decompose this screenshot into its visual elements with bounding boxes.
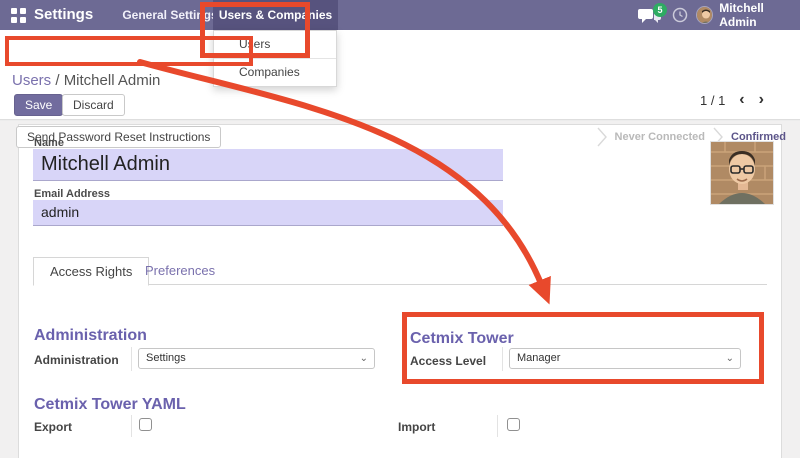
pager: 1 / 1 ‹ › [700, 91, 764, 109]
users-companies-dropdown: Users Companies [213, 30, 337, 87]
administration-select[interactable]: Settings ⌄ [138, 348, 375, 369]
field-separator [131, 347, 132, 371]
section-cetmix-yaml-title: Cetmix Tower YAML [34, 396, 186, 414]
field-separator [131, 415, 132, 437]
name-label: Name [34, 137, 64, 149]
email-label: Email Address [34, 188, 110, 200]
user-menu[interactable]: Mitchell Admin [696, 0, 800, 30]
section-administration-title: Administration [34, 327, 147, 345]
breadcrumb-parent-link[interactable]: Users [12, 72, 51, 89]
app-title[interactable]: Settings [34, 0, 93, 30]
chevron-left-icon[interactable]: ‹ [739, 91, 744, 109]
control-panel-divider [0, 120, 800, 121]
status-never-connected[interactable]: Never Connected [615, 131, 705, 143]
chevron-right-icon[interactable]: › [759, 91, 764, 109]
name-input[interactable]: Mitchell Admin [33, 149, 503, 181]
save-button[interactable]: Save [14, 94, 63, 116]
section-cetmix-tower-title: Cetmix Tower [410, 330, 514, 348]
chevron-down-icon: ⌄ [360, 349, 368, 368]
chevron-down-icon: ⌄ [726, 349, 734, 368]
user-photo[interactable] [710, 141, 774, 205]
dropdown-item-users[interactable]: Users [214, 31, 336, 58]
field-separator [497, 415, 498, 437]
administration-field-label: Administration [34, 353, 119, 367]
breadcrumb: Users / Mitchell Admin [12, 72, 160, 89]
discard-button[interactable]: Discard [62, 94, 125, 116]
tab-preferences[interactable]: Preferences [129, 257, 231, 285]
field-separator [502, 347, 503, 371]
email-input[interactable]: admin [33, 200, 503, 226]
odoo-settings-screen: Settings General Settings Users & Compan… [0, 0, 800, 458]
menu-general-settings[interactable]: General Settings [122, 0, 218, 30]
activities-clock-icon[interactable] [672, 7, 688, 23]
apps-grid-icon[interactable] [11, 8, 26, 23]
export-label: Export [34, 420, 72, 434]
import-checkbox[interactable] [507, 418, 520, 431]
pager-value: 1 / 1 [700, 93, 725, 108]
messages-count-badge: 5 [653, 3, 667, 17]
control-panel: Users / Mitchell Admin Save Discard 1 / … [0, 30, 800, 120]
status-separator-icon [597, 127, 607, 147]
import-label: Import [398, 420, 435, 434]
notebook-tabbar: Access Rights Preferences [33, 257, 767, 285]
access-level-select[interactable]: Manager ⌄ [509, 348, 741, 369]
breadcrumb-current: Mitchell Admin [64, 72, 161, 89]
menu-users-companies[interactable]: Users & Companies [213, 0, 338, 30]
access-level-label: Access Level [410, 354, 486, 368]
user-name: Mitchell Admin [719, 1, 800, 29]
top-navbar: Settings General Settings Users & Compan… [0, 0, 800, 30]
dropdown-item-companies[interactable]: Companies [214, 59, 336, 86]
breadcrumb-divider: / [55, 72, 59, 89]
export-checkbox[interactable] [139, 418, 152, 431]
user-avatar-small [696, 6, 713, 24]
